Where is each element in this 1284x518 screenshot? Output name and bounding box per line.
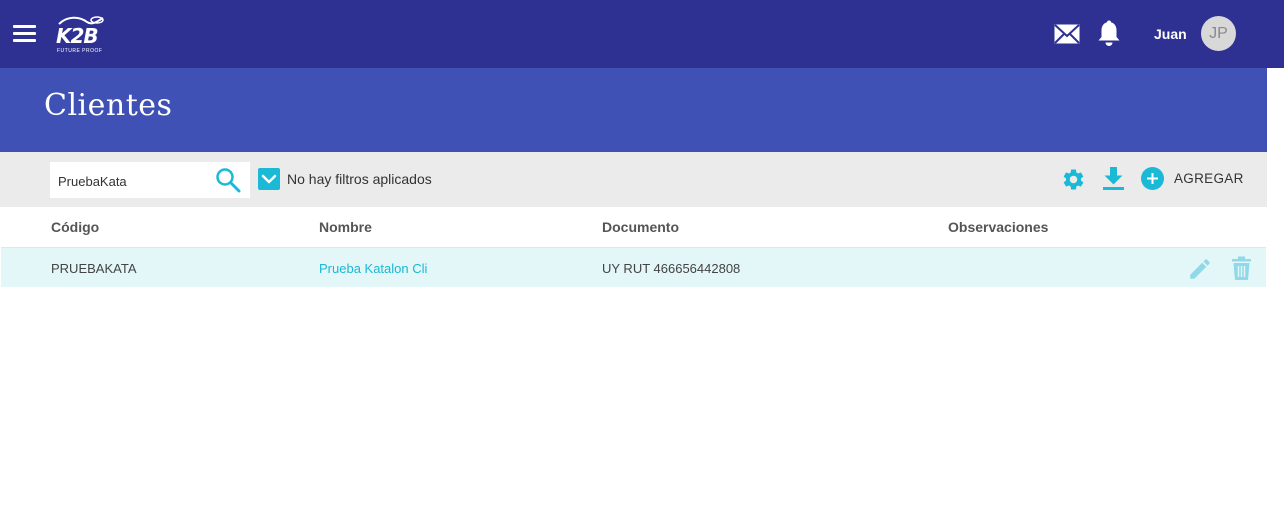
add-icon <box>1141 167 1164 190</box>
add-button[interactable]: AGREGAR <box>1141 167 1244 191</box>
delete-icon[interactable] <box>1231 256 1252 281</box>
k2b-logo[interactable]: K2B FUTURE PROOF <box>53 14 109 58</box>
edit-icon[interactable] <box>1187 256 1213 282</box>
gear-icon[interactable] <box>1061 167 1086 192</box>
column-header-codigo[interactable]: Código <box>51 219 99 235</box>
logo-tagline: FUTURE PROOF <box>57 48 103 54</box>
page-title: Clientes <box>44 88 173 123</box>
avatar[interactable]: JP <box>1201 16 1236 51</box>
top-bar <box>0 0 1284 68</box>
cell-nombre-link[interactable]: Prueba Katalon Cli <box>319 261 427 276</box>
column-header-documento[interactable]: Documento <box>602 219 679 235</box>
column-header-observaciones[interactable]: Observaciones <box>948 219 1048 235</box>
cell-documento: UY RUT 466656442808 <box>602 261 741 276</box>
title-band <box>0 68 1267 152</box>
menu-icon[interactable] <box>13 25 36 43</box>
search-input[interactable] <box>58 171 208 191</box>
filter-checkbox[interactable] <box>258 168 280 190</box>
chevron-down-icon <box>261 174 277 184</box>
bell-icon[interactable] <box>1097 20 1121 47</box>
filter-status-label: No hay filtros aplicados <box>287 171 432 187</box>
column-header-nombre[interactable]: Nombre <box>319 219 372 235</box>
download-icon[interactable] <box>1102 166 1125 191</box>
user-name[interactable]: Juan <box>1154 26 1187 42</box>
search-icon[interactable] <box>215 167 241 193</box>
mail-icon[interactable] <box>1054 24 1080 44</box>
add-button-label: AGREGAR <box>1174 171 1244 186</box>
cell-codigo: PRUEBAKATA <box>51 261 137 276</box>
logo-text: K2B <box>56 24 99 48</box>
